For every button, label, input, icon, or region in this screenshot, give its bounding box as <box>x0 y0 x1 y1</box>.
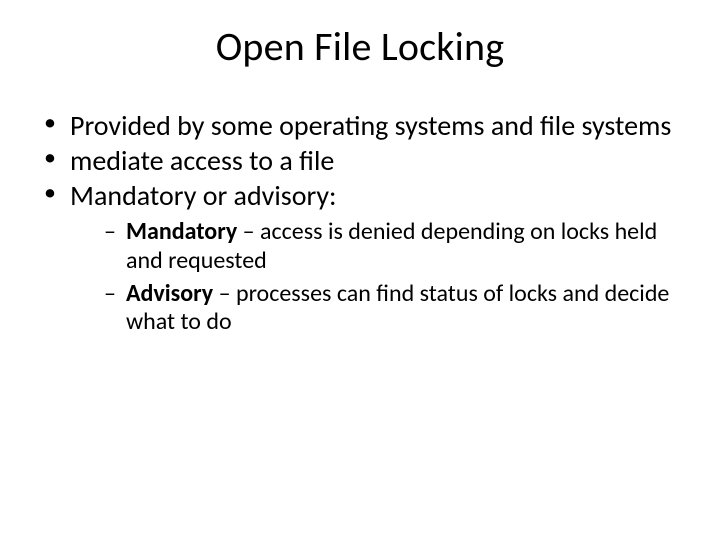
sub-bullet-item: Mandatory – access is denied depending o… <box>100 218 684 276</box>
slide-title: Open File Locking <box>0 0 720 91</box>
bullet-item: Provided by some operating systems and f… <box>36 109 684 142</box>
sub-label: Advisory <box>126 279 213 308</box>
bullet-item: mediate access to a file <box>36 144 684 177</box>
sub-bullet-item: Advisory – processes can find status of … <box>100 280 684 338</box>
slide: Open File Locking Provided by some opera… <box>0 0 720 540</box>
sub-bullet-list: Mandatory – access is denied depending o… <box>70 218 684 337</box>
bullet-text: Mandatory or advisory: <box>70 178 337 213</box>
bullet-list: Provided by some operating systems and f… <box>36 109 684 337</box>
sub-label: Mandatory <box>126 217 237 246</box>
slide-body: Provided by some operating systems and f… <box>0 91 720 337</box>
bullet-item: Mandatory or advisory: Mandatory – acces… <box>36 179 684 337</box>
